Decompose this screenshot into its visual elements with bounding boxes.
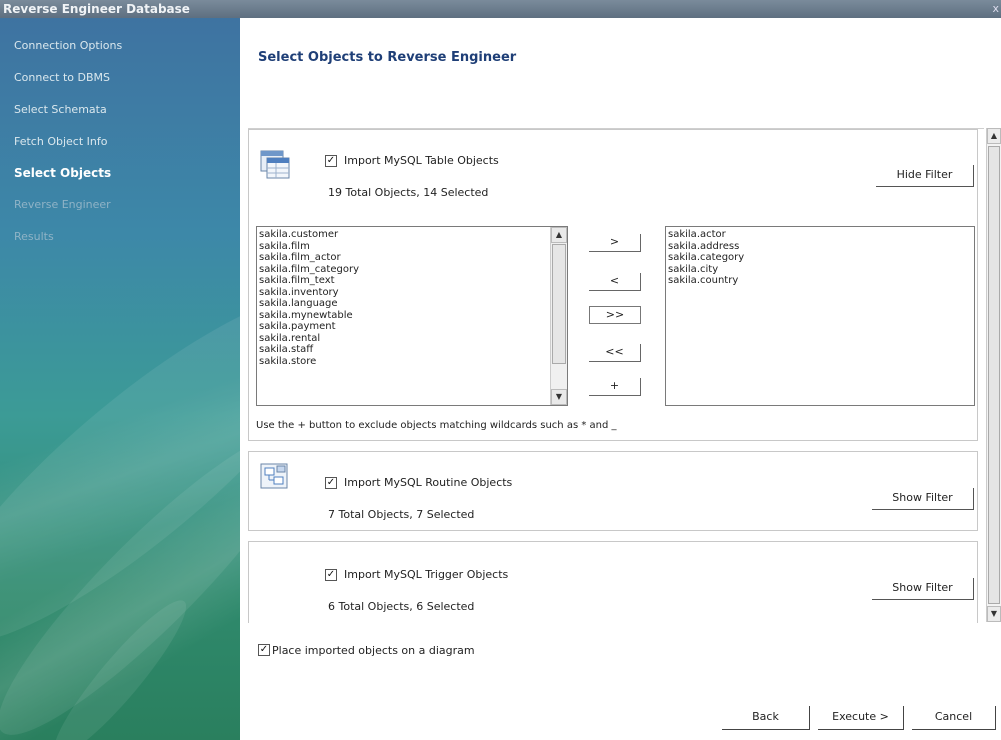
list-item[interactable]: sakila.rental [257, 333, 567, 345]
routine-objects-icon [259, 462, 291, 494]
add-all-button[interactable]: >> [589, 306, 641, 324]
window-title: Reverse Engineer Database [3, 2, 190, 16]
place-on-diagram-checkbox[interactable]: ✓ [258, 644, 270, 656]
list-item[interactable]: sakila.actor [666, 229, 974, 241]
cancel-button[interactable]: Cancel [912, 706, 996, 730]
list-item[interactable]: sakila.language [257, 298, 567, 310]
page-title: Select Objects to Reverse Engineer [258, 50, 517, 65]
object-sections-panel: ✓ Import MySQL Table Objects 19 Total Ob… [248, 128, 984, 623]
available-objects-list[interactable]: sakila.customer sakila.film sakila.film_… [256, 226, 568, 406]
sidebar-item-connect-to-dbms: Connect to DBMS [14, 71, 111, 84]
import-routines-label: Import MySQL Routine Objects [344, 476, 513, 489]
list-item[interactable]: sakila.film [257, 241, 567, 253]
routines-show-filter-button[interactable]: Show Filter [872, 488, 974, 510]
table-objects-section: ✓ Import MySQL Table Objects 19 Total Ob… [248, 129, 978, 441]
import-tables-checkbox[interactable]: ✓ [325, 155, 337, 167]
sections-scrollbar[interactable]: ▲ ▼ [986, 128, 1001, 622]
list-item[interactable]: sakila.country [666, 275, 974, 287]
wizard-sidebar: Connection Options Connect to DBMS Selec… [0, 18, 240, 740]
scroll-down-icon[interactable]: ▼ [551, 389, 567, 405]
sidebar-item-reverse-engineer: Reverse Engineer [14, 198, 111, 211]
scroll-thumb[interactable] [552, 244, 566, 364]
list-item[interactable]: sakila.address [666, 241, 974, 253]
list-item[interactable]: sakila.customer [257, 229, 567, 241]
execute-button[interactable]: Execute > [818, 706, 904, 730]
remove-all-button[interactable]: << [589, 344, 641, 362]
scroll-up-icon[interactable]: ▲ [551, 227, 567, 243]
sidebar-item-results: Results [14, 230, 54, 243]
table-objects-icon [259, 148, 291, 180]
list-item[interactable]: sakila.film_text [257, 275, 567, 287]
tables-count: 19 Total Objects, 14 Selected [328, 186, 489, 199]
routine-objects-section: ✓ Import MySQL Routine Objects 7 Total O… [248, 451, 978, 531]
import-triggers-label: Import MySQL Trigger Objects [344, 568, 509, 581]
scroll-up-icon[interactable]: ▲ [987, 128, 1001, 144]
window-title-bar: Reverse Engineer Database x [0, 0, 1001, 18]
scroll-thumb[interactable] [988, 146, 1000, 604]
import-triggers-checkbox[interactable]: ✓ [325, 569, 337, 581]
routines-count: 7 Total Objects, 7 Selected [328, 508, 475, 521]
trigger-objects-section: ✓ Import MySQL Trigger Objects 6 Total O… [248, 541, 978, 623]
list-item[interactable]: sakila.mynewtable [257, 310, 567, 322]
wildcard-hint: Use the + button to exclude objects matc… [256, 420, 617, 431]
list-item[interactable]: sakila.film_category [257, 264, 567, 276]
add-selected-button[interactable]: > [589, 234, 641, 252]
triggers-count: 6 Total Objects, 6 Selected [328, 600, 475, 613]
available-list-scrollbar[interactable]: ▲ ▼ [550, 227, 567, 405]
triggers-show-filter-button[interactable]: Show Filter [872, 578, 974, 600]
import-routines-checkbox[interactable]: ✓ [325, 477, 337, 489]
list-item[interactable]: sakila.payment [257, 321, 567, 333]
hide-filter-button[interactable]: Hide Filter [876, 165, 974, 187]
list-item[interactable]: sakila.staff [257, 344, 567, 356]
place-on-diagram-label: Place imported objects on a diagram [272, 644, 475, 657]
scroll-down-icon[interactable]: ▼ [987, 606, 1001, 622]
remove-selected-button[interactable]: < [589, 273, 641, 291]
list-item[interactable]: sakila.category [666, 252, 974, 264]
sidebar-item-select-objects: Select Objects [14, 166, 112, 180]
back-button[interactable]: Back [722, 706, 810, 730]
exclude-wildcard-button[interactable]: + [589, 378, 641, 396]
sidebar-item-fetch-object-info: Fetch Object Info [14, 135, 108, 148]
selected-objects-list[interactable]: sakila.actor sakila.address sakila.categ… [665, 226, 975, 406]
close-icon[interactable]: x [992, 0, 999, 18]
list-item[interactable]: sakila.store [257, 356, 567, 368]
list-item[interactable]: sakila.city [666, 264, 974, 276]
sidebar-item-connection-options: Connection Options [14, 39, 123, 52]
list-item[interactable]: sakila.film_actor [257, 252, 567, 264]
sidebar-item-select-schemata: Select Schemata [14, 103, 107, 116]
import-tables-label: Import MySQL Table Objects [344, 154, 499, 167]
list-item[interactable]: sakila.inventory [257, 287, 567, 299]
